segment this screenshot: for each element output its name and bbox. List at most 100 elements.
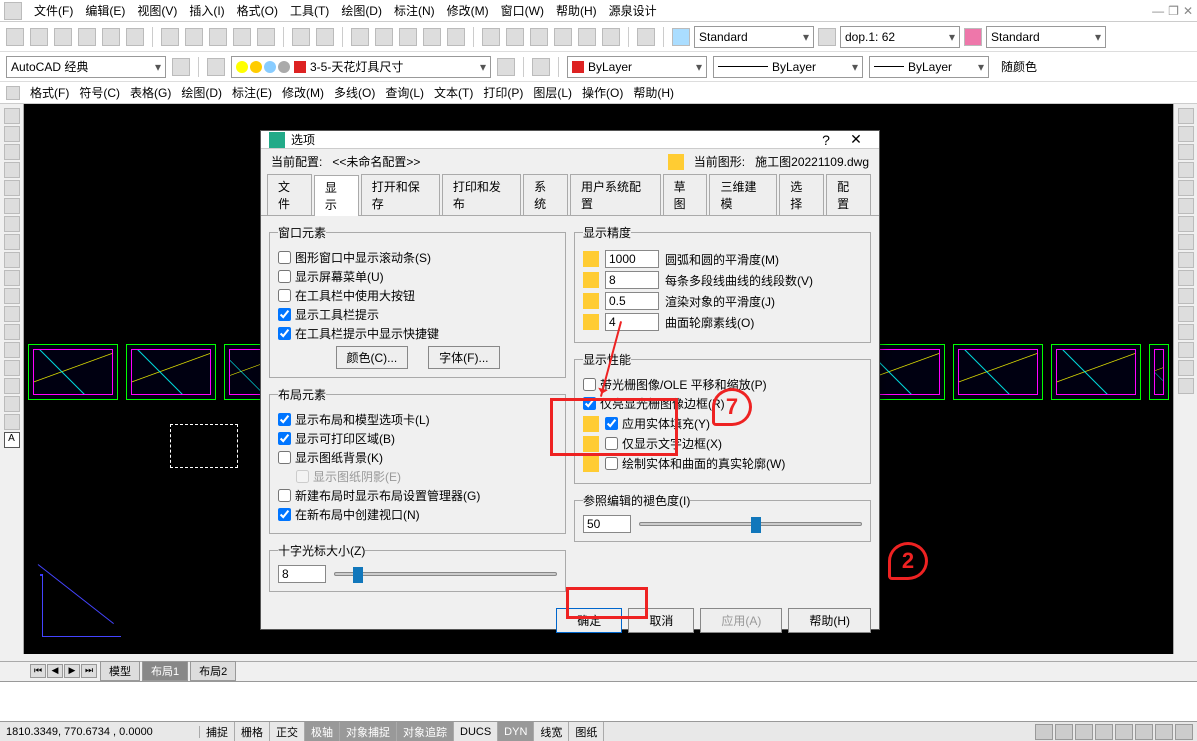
arc-icon[interactable] [4,198,20,214]
close-icon[interactable]: ✕ [1183,4,1193,18]
status-grid[interactable]: 栅格 [235,722,270,741]
chk-layout-tabs[interactable]: 显示布局和模型选项卡(L) [278,411,557,428]
status-icon-6[interactable] [1135,724,1153,740]
tab-select[interactable]: 选择 [779,174,824,215]
sec-mline[interactable]: 多线(O) [334,84,375,101]
workspace-combo[interactable]: AutoCAD 经典▾ [6,56,166,78]
revcloud-icon[interactable] [4,234,20,250]
status-icon-2[interactable] [1055,724,1073,740]
mirror-icon[interactable] [1178,144,1194,160]
crosshair-slider[interactable] [334,572,557,576]
layer-combo[interactable]: 3-5-天花灯具尺寸▾ [231,56,491,78]
render-smoothness-input[interactable] [605,292,659,310]
properties-icon[interactable] [482,28,500,46]
filter-icon[interactable] [532,58,550,76]
tab-profiles[interactable]: 配置 [826,174,871,215]
gradient-icon[interactable] [4,378,20,394]
status-icon-1[interactable] [1035,724,1053,740]
circle-icon[interactable] [4,216,20,232]
tab-files[interactable]: 文件 [267,174,312,215]
status-lwt[interactable]: 线宽 [534,722,569,741]
chk-scrollbars[interactable]: 图形窗口中显示滚动条(S) [278,249,557,266]
status-osnap[interactable]: 对象捕捉 [340,722,397,741]
chk-create-viewport[interactable]: 在新布局中创建视口(N) [278,506,557,523]
match-icon[interactable] [233,28,251,46]
join-icon[interactable] [1178,324,1194,340]
line-icon[interactable] [4,108,20,124]
workspace-settings-icon[interactable] [172,58,190,76]
scale-icon[interactable] [1178,234,1194,250]
cut-icon[interactable] [161,28,179,46]
tab-3d[interactable]: 三维建模 [709,174,777,215]
polyline-icon[interactable] [4,144,20,160]
chamfer-icon[interactable] [1178,342,1194,358]
help-icon[interactable] [637,28,655,46]
tab-nav-first[interactable]: ⏮ [30,664,46,678]
thumb-2[interactable] [126,344,216,400]
tab-nav-next[interactable]: ▶ [64,664,80,678]
menu-file[interactable]: 文件(F) [34,2,73,19]
sec-query[interactable]: 查询(L) [385,84,424,101]
colors-button[interactable]: 颜色(C)... [336,346,409,369]
layer-properties-icon[interactable] [207,58,225,76]
erase-icon[interactable] [1178,108,1194,124]
rotate-icon[interactable] [1178,216,1194,232]
explode-icon[interactable] [1178,378,1194,394]
copy-icon[interactable] [185,28,203,46]
menu-modify[interactable]: 修改(M) [447,2,489,19]
table-style-icon[interactable] [964,28,982,46]
zoom-icon[interactable] [375,28,393,46]
status-dyn[interactable]: DYN [498,722,534,741]
status-icon-3[interactable] [1075,724,1093,740]
crosshair-input[interactable] [278,565,326,583]
tab-display[interactable]: 显示 [314,175,359,216]
xline-icon[interactable] [4,126,20,142]
sec-layer[interactable]: 图层(L) [533,84,572,101]
menu-format[interactable]: 格式(O) [237,2,278,19]
contour-lines-input[interactable] [605,313,659,331]
tab-system[interactable]: 系统 [523,174,568,215]
status-otrack[interactable]: 对象追踪 [397,722,454,741]
status-icon-4[interactable] [1095,724,1113,740]
tab-nav-prev[interactable]: ◀ [47,664,63,678]
thumb-1[interactable] [28,344,118,400]
break-icon[interactable] [1178,306,1194,322]
xref-fade-input[interactable] [583,515,631,533]
status-snap[interactable]: 捕捉 [200,722,235,741]
rectangle-icon[interactable] [4,180,20,196]
table-icon[interactable] [4,414,20,430]
design-center-icon[interactable] [506,28,524,46]
paste-icon[interactable] [209,28,227,46]
copy-obj-icon[interactable] [1178,126,1194,142]
command-line[interactable] [0,681,1197,721]
color-combo[interactable]: ByLayer▾ [567,56,707,78]
block-insert-icon[interactable] [4,306,20,322]
polygon-icon[interactable] [4,162,20,178]
hatch-icon[interactable] [4,360,20,376]
lineweight-combo[interactable]: ByLayer▾ [869,56,989,78]
tab-model[interactable]: 模型 [100,661,140,681]
new-icon[interactable] [6,28,24,46]
help-button[interactable]: 帮助(H) [788,608,871,633]
redo-icon[interactable] [316,28,334,46]
thumb-r3[interactable] [1051,344,1141,400]
sec-print[interactable]: 打印(P) [483,84,523,101]
zoom-in-icon[interactable] [399,28,417,46]
tab-plot[interactable]: 打印和发布 [442,174,521,215]
tab-layout2[interactable]: 布局2 [190,661,236,681]
trim-icon[interactable] [1178,270,1194,286]
dialog-close-icon[interactable]: ✕ [841,131,871,148]
chk-printable-area[interactable]: 显示可打印区域(B) [278,430,557,447]
chk-paper-background[interactable]: 显示图纸背景(K) [278,449,557,466]
save-icon[interactable] [54,28,72,46]
thumb-r4[interactable] [1149,344,1169,400]
mtext-icon[interactable]: A [4,432,20,448]
undo-icon[interactable] [292,28,310,46]
fillet-icon[interactable] [1178,360,1194,376]
xref-fade-slider[interactable] [639,522,862,526]
status-icon-8[interactable] [1175,724,1193,740]
menu-help[interactable]: 帮助(H) [556,2,597,19]
markup-icon[interactable] [578,28,596,46]
sec-table[interactable]: 表格(G) [130,84,171,101]
menu-tools[interactable]: 工具(T) [290,2,329,19]
